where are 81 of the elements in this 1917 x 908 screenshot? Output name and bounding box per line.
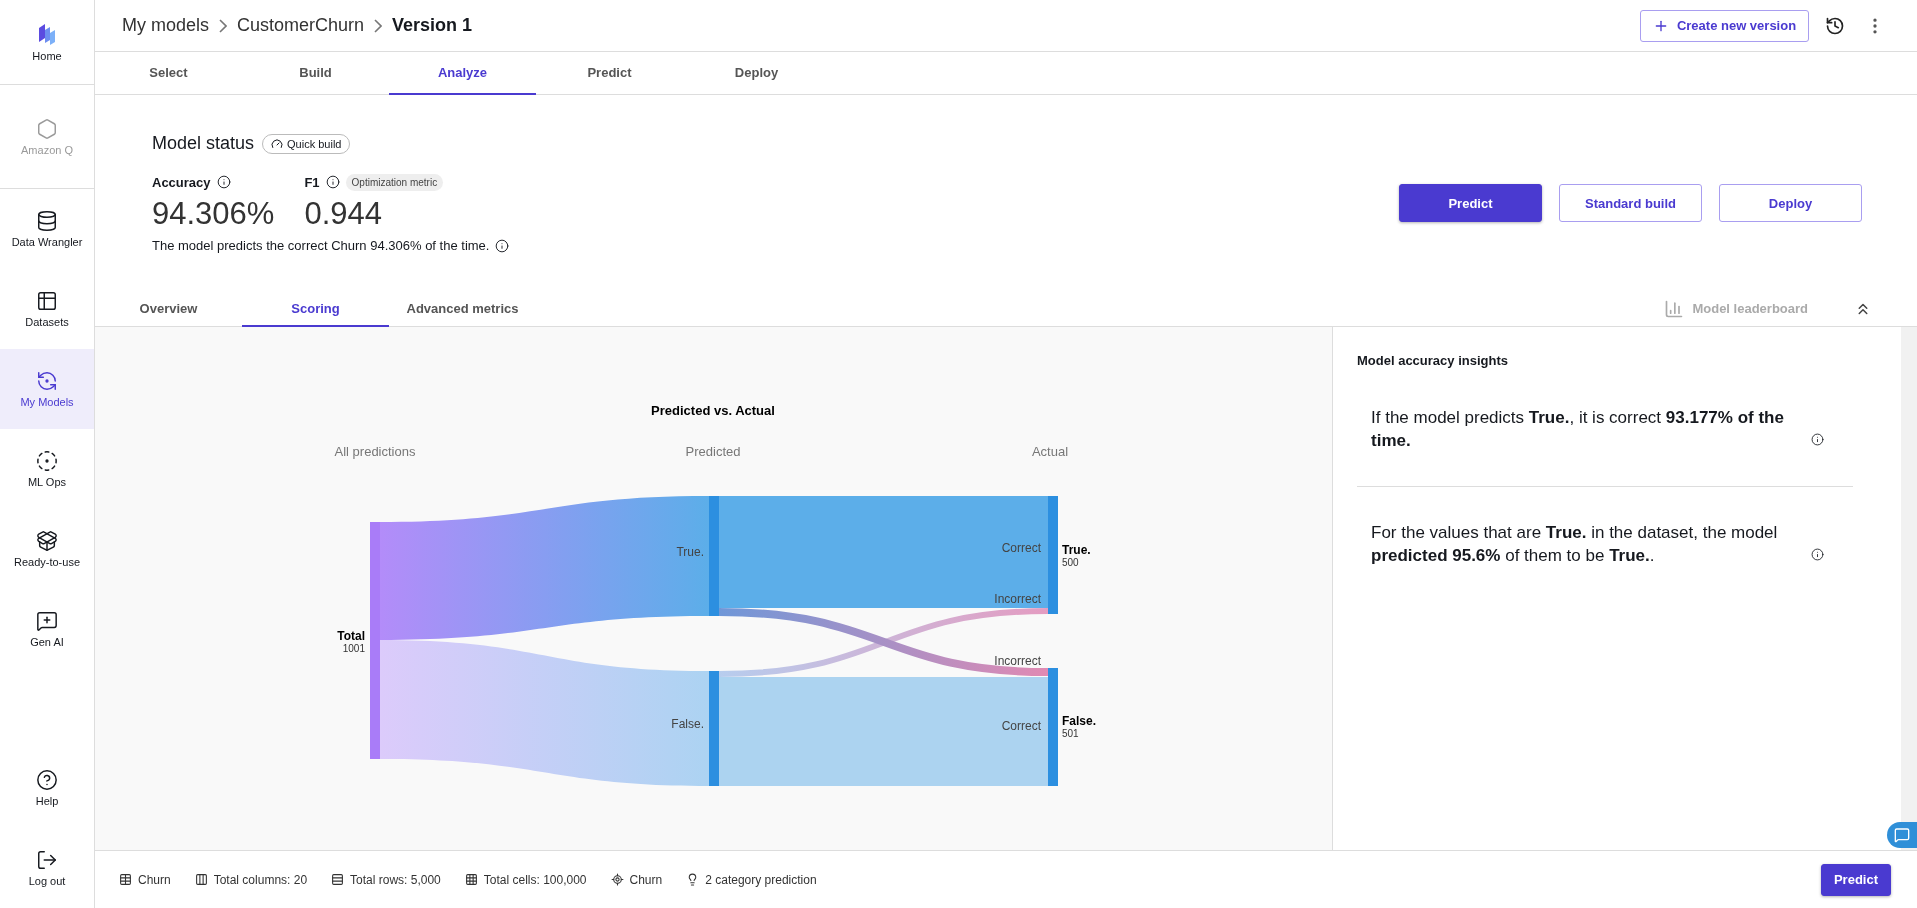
action-button[interactable]: Standard build: [1559, 184, 1702, 222]
flow-label: Correct: [1001, 719, 1041, 733]
step-tab[interactable]: Predict: [536, 52, 683, 95]
metric-value: 0.944: [304, 196, 383, 232]
step-tab[interactable]: Deploy: [683, 52, 830, 95]
refresh-dot-icon: [36, 370, 58, 392]
metric-badge: Optimization metric: [345, 173, 444, 191]
flow-label: Correct: [1001, 541, 1041, 555]
section-title: Model status: [152, 133, 255, 154]
grid-icon: [464, 873, 478, 886]
table-icon: [119, 873, 132, 886]
status-item: 2 category prediction: [705, 872, 817, 887]
action-button[interactable]: Deploy: [1719, 184, 1862, 222]
status-item: Total columns: 20: [213, 872, 308, 887]
logout-icon: [36, 849, 58, 871]
chat-icon: [1894, 827, 1910, 843]
message-plus-icon: [36, 610, 58, 632]
node-label: True.: [1062, 543, 1091, 557]
nav-item[interactable]: Ready-to-use: [0, 509, 94, 589]
info-icon: [1810, 548, 1824, 561]
metric-label: F1: [304, 174, 320, 190]
database-icon: [36, 210, 58, 232]
nav-item[interactable]: ML Ops: [0, 429, 94, 509]
chevron-right-icon: [374, 18, 383, 33]
nav-item[interactable]: My Models: [0, 349, 94, 429]
status-item: Churn: [138, 872, 171, 887]
breadcrumb-item[interactable]: My models: [122, 15, 210, 36]
columns-icon: [194, 873, 208, 886]
info-icon: [216, 175, 231, 189]
chart-title: Predicted vs. Actual: [651, 403, 775, 418]
chevron-right-icon: [219, 18, 228, 33]
chat-button[interactable]: [1887, 822, 1917, 848]
node-label: False.: [1062, 714, 1097, 728]
info-icon: [495, 238, 510, 253]
insight-text: For the values that are True. in the dataset, the model predicted 95.6% of them to be True..: [1371, 522, 1779, 567]
package-icon: [36, 530, 58, 552]
node-count: 500: [1062, 557, 1079, 568]
column-header: Predicted: [685, 444, 741, 459]
table-icon: [36, 290, 58, 312]
node-count: 1001: [342, 643, 365, 654]
info-icon: [1810, 433, 1824, 446]
result-tab[interactable]: Advanced metrics: [389, 291, 536, 327]
insight-text: If the model predicts True., it is correct 93.177% of the time.: [1371, 407, 1785, 452]
column-header: All predictions: [334, 444, 416, 459]
nav-item[interactable]: Datasets: [0, 269, 94, 349]
status-item: Total cells: 100,000: [483, 872, 587, 887]
node-label: Total: [337, 629, 365, 643]
scrollbar[interactable]: [1901, 327, 1917, 850]
step-tab[interactable]: Build: [242, 52, 389, 95]
flow-label: Incorrect: [994, 592, 1041, 606]
metric-label: Accuracy: [152, 174, 211, 190]
metric-value: 94.306%: [152, 196, 275, 232]
node-label: False.: [671, 717, 704, 731]
nav-item[interactable]: Help: [0, 748, 94, 828]
target-icon: [610, 873, 624, 886]
dashed-circle-icon: [36, 450, 58, 472]
panel-title: Model accuracy insights: [1357, 353, 1509, 368]
breadcrumb-item: Version 1: [392, 15, 473, 36]
flow-label: Incorrect: [994, 654, 1041, 668]
nav-item[interactable]: Home: [0, 0, 94, 85]
column-header: Actual: [1031, 444, 1069, 459]
node-count: 501: [1062, 728, 1079, 739]
rows-icon: [331, 873, 345, 886]
status-item: Total rows: 5,000: [350, 872, 441, 887]
result-tab[interactable]: Overview: [95, 291, 242, 327]
hexagon-icon: [36, 117, 58, 140]
predict-button[interactable]: Predict: [1821, 863, 1891, 896]
action-button[interactable]: Predict: [1399, 184, 1542, 222]
info-icon: [325, 175, 340, 189]
description-text: The model predicts the correct Churn 94.306% of the time.: [152, 238, 490, 253]
nav-item[interactable]: Data Wrangler: [0, 189, 94, 269]
nav-item[interactable]: Log out: [0, 828, 94, 908]
bar-chart-icon: [1664, 298, 1685, 319]
create-version-button[interactable]: Create new version: [1640, 9, 1809, 42]
status-item: Churn: [629, 872, 663, 887]
nav-item[interactable]: Gen AI: [0, 589, 94, 669]
breadcrumb-item[interactable]: CustomerChurn: [237, 15, 365, 36]
node-label: True.: [676, 545, 704, 559]
help-icon: [36, 769, 58, 791]
step-tab[interactable]: Analyze: [389, 52, 536, 95]
step-tab[interactable]: Select: [95, 52, 242, 95]
